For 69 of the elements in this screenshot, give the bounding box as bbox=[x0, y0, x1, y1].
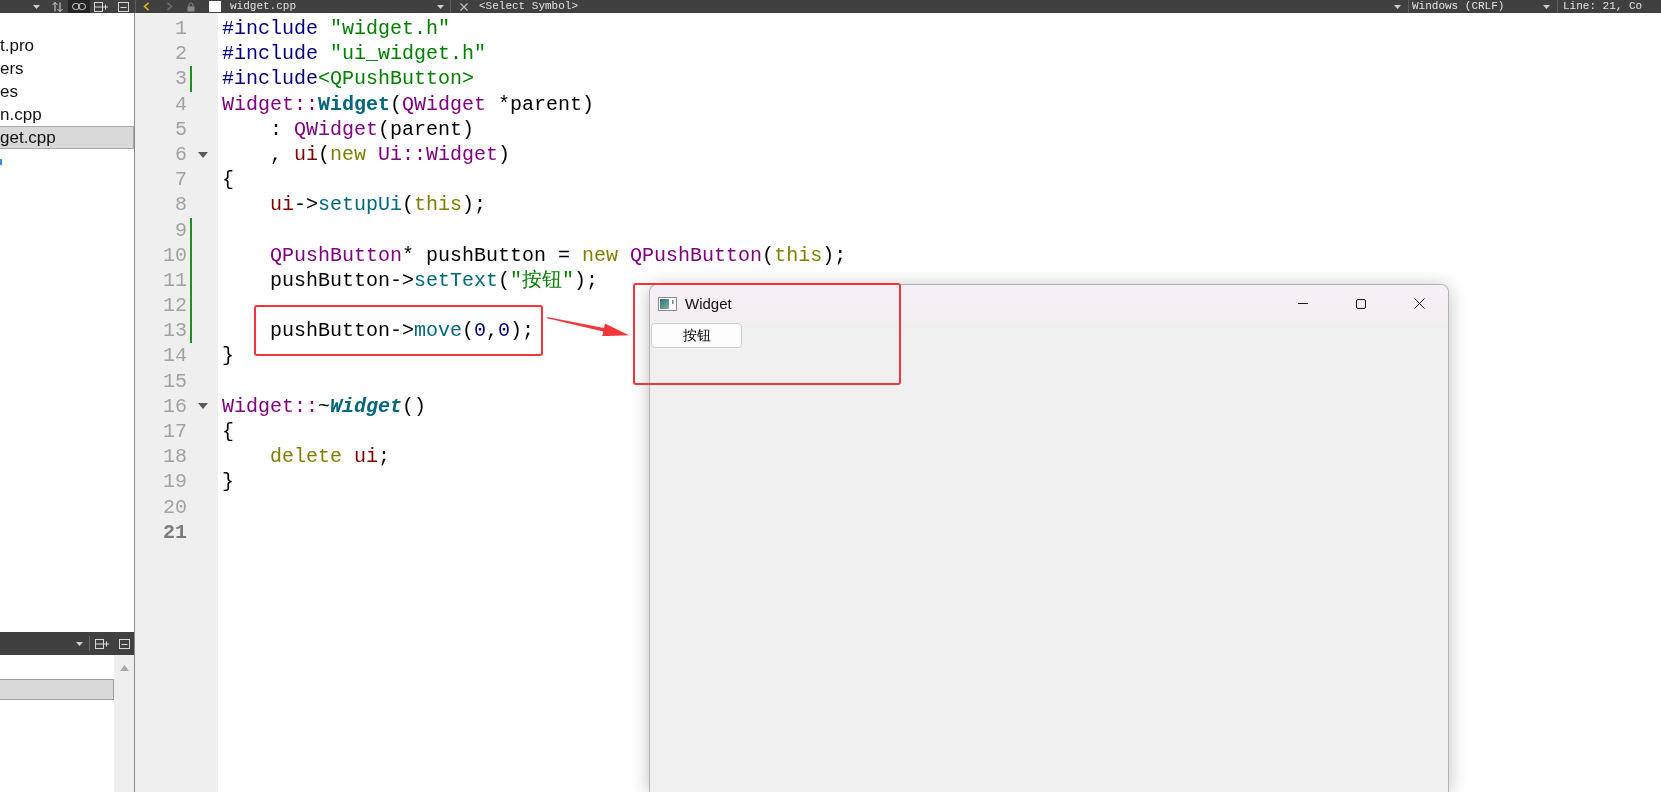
push-button[interactable]: 按钮 bbox=[651, 323, 742, 348]
document-icon bbox=[209, 1, 221, 12]
code-line: #include "widget.h" bbox=[222, 16, 451, 42]
tree-item[interactable]: es bbox=[0, 80, 18, 103]
window-title: Widget bbox=[685, 295, 732, 312]
caret-icon[interactable] bbox=[437, 4, 444, 9]
panel-icon[interactable] bbox=[117, 1, 129, 12]
line-number: 18 bbox=[163, 444, 187, 470]
code-line: : QWidget(parent) bbox=[270, 116, 475, 142]
code-line: } bbox=[222, 469, 234, 495]
code-line: } bbox=[222, 343, 234, 369]
line-number: 4 bbox=[175, 91, 187, 117]
fold-arrow-icon[interactable] bbox=[198, 403, 208, 410]
line-number: 14 bbox=[163, 343, 187, 369]
line-number: 10 bbox=[163, 242, 187, 268]
link-button[interactable] bbox=[68, 0, 90, 13]
scrollbar[interactable] bbox=[114, 655, 134, 792]
line-number: 13 bbox=[163, 318, 187, 344]
split-icon[interactable] bbox=[94, 1, 108, 12]
caret-icon[interactable] bbox=[1543, 4, 1550, 9]
cursor-position: Line: 21, Co bbox=[1563, 0, 1643, 13]
tree-item[interactable]: t.pro bbox=[0, 34, 35, 57]
line-ending-selector[interactable]: Windows (CRLF) bbox=[1412, 0, 1555, 13]
code-line: ui->setupUi(this); bbox=[270, 192, 487, 218]
split-icon[interactable] bbox=[95, 638, 109, 649]
line-number: 21 bbox=[163, 519, 187, 545]
lock-icon bbox=[187, 1, 195, 12]
code-line: Widget::~Widget() bbox=[222, 393, 427, 419]
line-number: 1 bbox=[175, 16, 187, 42]
line-number: 11 bbox=[163, 267, 187, 294]
caret-icon[interactable] bbox=[33, 4, 40, 9]
tree-item[interactable]: get.cpp bbox=[0, 126, 134, 149]
code-line: #include<QPushButton> bbox=[222, 66, 475, 92]
line-number: 8 bbox=[175, 192, 187, 218]
link-icon[interactable] bbox=[72, 3, 86, 10]
code-line: pushButton->move(0,0); bbox=[270, 318, 535, 344]
line-number: 15 bbox=[163, 368, 187, 394]
line-number: 2 bbox=[175, 41, 187, 67]
line-number: 17 bbox=[163, 419, 187, 445]
maximize-icon[interactable] bbox=[1356, 298, 1366, 309]
caret-icon[interactable] bbox=[1394, 4, 1401, 9]
line-number: 9 bbox=[175, 217, 187, 243]
line-number: 5 bbox=[175, 116, 187, 142]
line-number: 19 bbox=[163, 469, 187, 495]
fold-arrow-icon[interactable] bbox=[198, 151, 208, 158]
line-number: 20 bbox=[163, 494, 187, 520]
line-number: 3 bbox=[175, 66, 187, 92]
tree-marker-icon bbox=[0, 159, 2, 165]
code-line: pushButton->setText("按钮"); bbox=[270, 267, 599, 294]
line-number: 16 bbox=[163, 393, 187, 419]
close-icon[interactable] bbox=[1413, 298, 1425, 309]
code-line: { bbox=[222, 419, 234, 445]
file-selector[interactable]: widget.cpp bbox=[230, 0, 448, 13]
symbol-selector[interactable]: <Select Symbol> bbox=[479, 0, 1405, 13]
line-number: 12 bbox=[163, 293, 187, 319]
tree-item[interactable]: ers bbox=[0, 57, 24, 80]
tree-item[interactable]: n.cpp bbox=[0, 103, 42, 126]
code-line: QPushButton* pushButton = new QPushButton(this); bbox=[270, 242, 847, 268]
code-line: { bbox=[222, 167, 234, 193]
code-line: Widget::Widget(QWidget *parent) bbox=[222, 91, 595, 117]
line-number: 7 bbox=[175, 167, 187, 193]
caret-icon[interactable] bbox=[76, 641, 83, 646]
app-icon bbox=[658, 296, 677, 311]
panel-icon[interactable] bbox=[119, 638, 130, 649]
code-line: delete ui; bbox=[270, 444, 391, 470]
code-line: #include "ui_widget.h" bbox=[222, 41, 487, 67]
sort-icon[interactable] bbox=[51, 1, 63, 12]
line-number: 6 bbox=[175, 141, 187, 168]
code-line: , ui(new Ui::Widget) bbox=[270, 141, 511, 168]
